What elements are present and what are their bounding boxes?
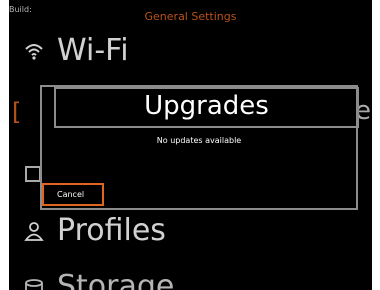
settings-screen: Build: General Settings Wi-Fi [ e Profil…: [9, 0, 372, 290]
dialog-message: No updates available: [156, 136, 242, 145]
cancel-button[interactable]: Cancel: [42, 183, 104, 206]
dialog-title-bar: Upgrades: [54, 87, 359, 128]
upgrades-dialog: Upgrades No updates available Cancel: [40, 85, 359, 210]
dialog-title: Upgrades: [144, 91, 269, 121]
